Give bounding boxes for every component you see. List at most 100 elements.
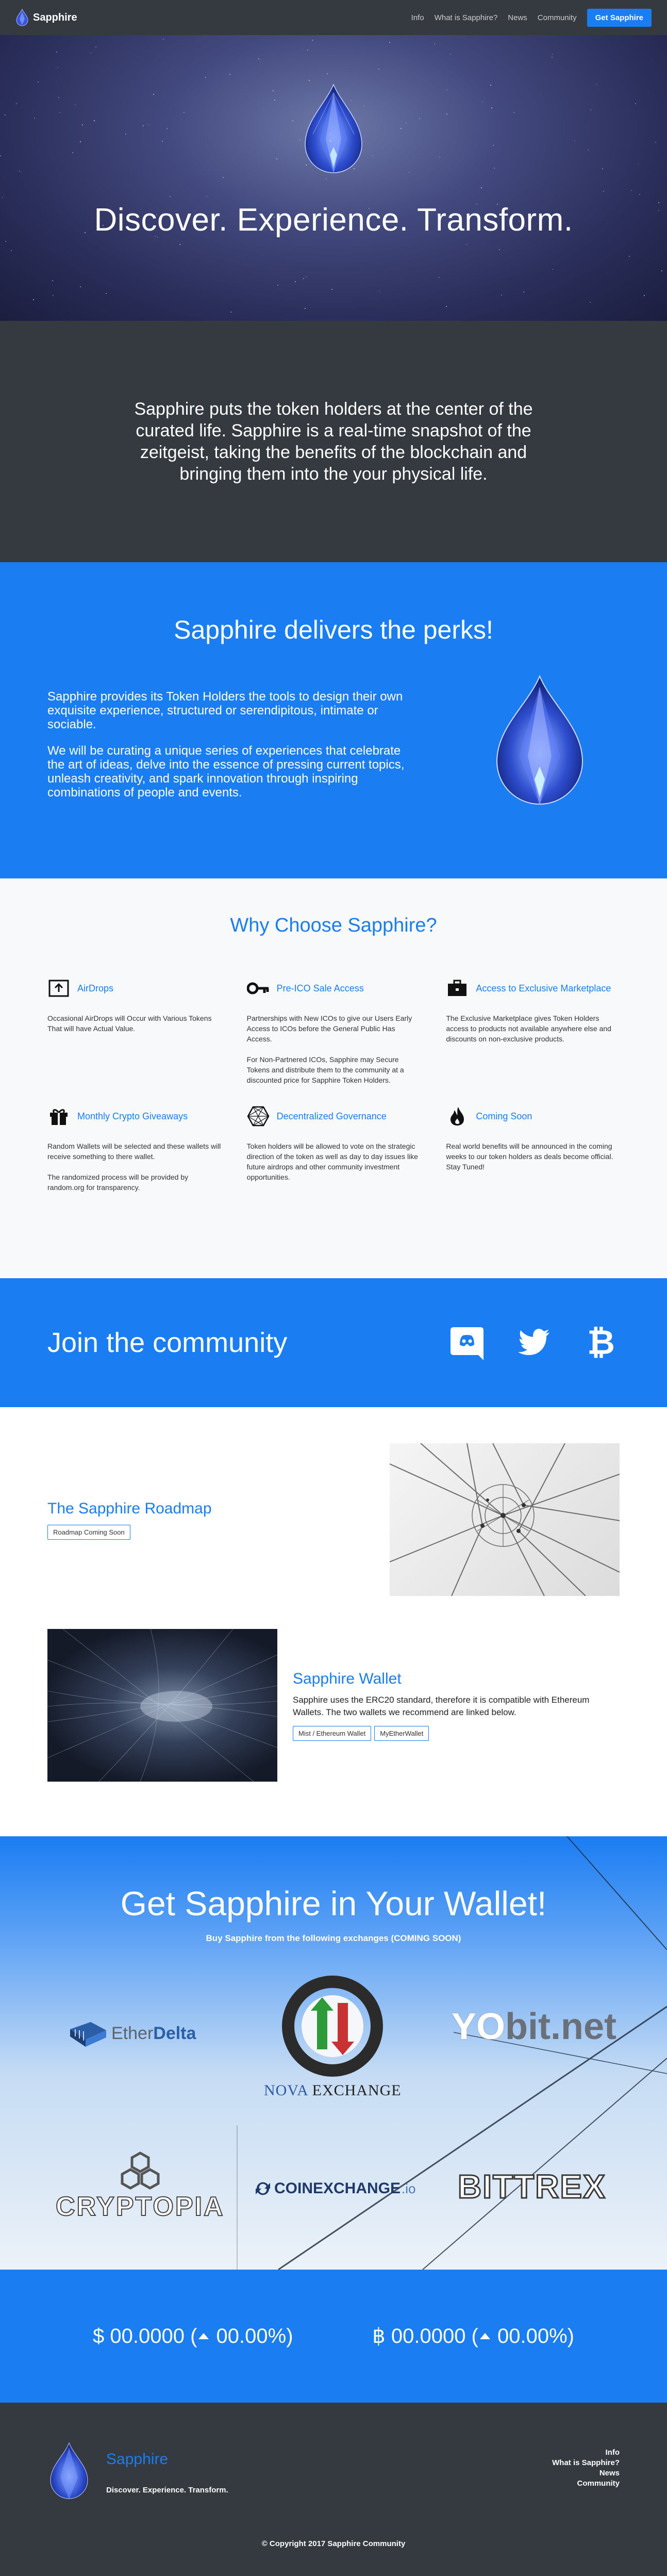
feature-title: AirDrops [77, 983, 114, 993]
bittrex-text: BITTREX [457, 2167, 606, 2206]
etherdelta-logo[interactable]: Ether Delta [65, 2019, 196, 2048]
star-decoration [596, 84, 597, 85]
footer-link-info[interactable]: Info [552, 2448, 620, 2458]
star-decoration [439, 277, 440, 278]
star-decoration [229, 74, 230, 75]
nav-link-community[interactable]: Community [538, 13, 577, 22]
star-decoration [327, 73, 328, 74]
star-decoration [94, 120, 95, 121]
feature-pre-ico: Pre-ICO Sale Access Partnerships with Ne… [246, 978, 421, 1085]
abstract-network-image [47, 1629, 277, 1782]
gift-icon [47, 1106, 70, 1127]
feature-text: Partnerships with New ICOs to give our U… [246, 1014, 412, 1043]
bittrex-logo[interactable]: BITTREX [457, 2167, 606, 2206]
community-section: Join the community ₿ [0, 1278, 667, 1407]
feature-text: Random Wallets will be selected and thes… [47, 1142, 221, 1161]
etherdelta-text-b: Delta [153, 2023, 196, 2043]
btc-price: ฿ 00.0000 ( 00.00%) [372, 2324, 574, 2348]
nova-exchange-logo[interactable]: NOVA EXCHANGE [264, 1975, 402, 2099]
cryptopia-hexagons-icon [121, 2151, 160, 2190]
network-nodes-image [390, 1443, 620, 1596]
get-sapphire-button[interactable]: Get Sapphire [587, 8, 652, 27]
star-decoration [305, 308, 306, 309]
nav-link-what-is-sapphire[interactable]: What is Sapphire? [435, 13, 498, 22]
why-section: Why Choose Sapphire? AirDrops Occasional… [0, 878, 667, 1278]
star-decoration [184, 112, 185, 113]
roadmap-coming-soon-button[interactable]: Roadmap Coming Soon [47, 1524, 130, 1540]
star-decoration [491, 107, 492, 108]
star-decoration [95, 46, 96, 47]
twitter-icon[interactable] [515, 1324, 553, 1361]
star-decoration [58, 97, 59, 98]
star-decoration [106, 293, 107, 294]
hero-title: Discover. Experience. Transform. [94, 202, 573, 238]
footer-link-news[interactable]: News [552, 2468, 620, 2479]
footer-link-what-is-sapphire[interactable]: What is Sapphire? [552, 2458, 620, 2468]
star-decoration [499, 249, 500, 250]
nav-link-info[interactable]: Info [411, 13, 424, 22]
star-decoration [481, 187, 482, 188]
star-decoration [103, 225, 104, 226]
coinexchange-logo[interactable]: COINEXCHANGE .io [255, 2180, 416, 2197]
key-icon [246, 978, 270, 999]
star-decoration [306, 165, 307, 166]
star-decoration [57, 67, 58, 68]
mist-wallet-button[interactable]: Mist / Ethereum Wallet [293, 1725, 372, 1741]
star-decoration [525, 225, 526, 226]
star-decoration [5, 241, 6, 242]
coinexchange-text-a: COINEXCHANGE [274, 2180, 401, 2197]
feature-coming-soon: Coming Soon Real world benefits will be … [446, 1106, 620, 1193]
star-decoration [379, 291, 380, 292]
star-decoration [157, 237, 158, 238]
star-decoration [274, 217, 275, 218]
feature-title: Coming Soon [476, 1111, 532, 1121]
star-decoration [179, 244, 180, 245]
bitcoin-icon[interactable]: ₿ [582, 1324, 620, 1361]
star-decoration [143, 125, 144, 126]
footer-tagline: Discover. Experience. Transform. [106, 2485, 228, 2495]
star-decoration [490, 85, 491, 86]
star-decoration [72, 152, 73, 153]
footer-brand-name[interactable]: Sapphire [106, 2451, 228, 2468]
star-decoration [277, 285, 278, 286]
star-decoration [303, 278, 304, 279]
star-decoration [658, 210, 659, 211]
star-decoration [5, 115, 6, 116]
star-decoration [434, 43, 435, 44]
brand-link[interactable]: Sapphire [15, 9, 77, 26]
star-decoration [552, 57, 553, 58]
star-decoration [631, 190, 632, 191]
star-decoration [295, 281, 296, 282]
star-decoration [309, 80, 310, 81]
feature-title: Pre-ICO Sale Access [276, 983, 364, 993]
usd-value: 00.0000 [110, 2324, 185, 2347]
star-decoration [588, 150, 589, 151]
star-decoration [153, 94, 154, 95]
yobit-logo[interactable]: YO bit.net [452, 2006, 616, 2048]
star-decoration [552, 54, 553, 55]
feature-text: Real world benefits will be announced in… [446, 1142, 613, 1171]
star-decoration [552, 269, 553, 270]
svg-text:₿: ₿ [587, 1324, 615, 1361]
star-decoration [170, 196, 171, 197]
star-decoration [307, 50, 308, 51]
cryptopia-logo[interactable]: CRYPTOPIA [55, 2150, 225, 2222]
star-decoration [401, 128, 402, 129]
community-title: Join the community [47, 1327, 288, 1358]
star-decoration [658, 202, 659, 203]
feature-text: For Non-Partnered ICOs, Sapphire may Sec… [246, 1055, 404, 1084]
star-decoration [11, 250, 12, 251]
discord-icon[interactable] [448, 1324, 486, 1361]
feature-text: The randomized process will be provided … [47, 1173, 189, 1192]
star-decoration [406, 122, 407, 123]
nav-link-news[interactable]: News [508, 13, 527, 22]
star-decoration [80, 141, 81, 142]
star-decoration [453, 225, 454, 226]
perks-title: Sapphire delivers the perks! [174, 615, 493, 644]
yobit-text-b: bit.net [505, 2006, 616, 2047]
star-decoration [162, 141, 163, 142]
btc-value: 00.0000 [391, 2324, 466, 2347]
footer-link-community[interactable]: Community [552, 2479, 620, 2489]
myetherwallet-button[interactable]: MyEtherWallet [374, 1725, 429, 1741]
feature-marketplace: Access to Exclusive Marketplace The Excl… [446, 978, 620, 1085]
